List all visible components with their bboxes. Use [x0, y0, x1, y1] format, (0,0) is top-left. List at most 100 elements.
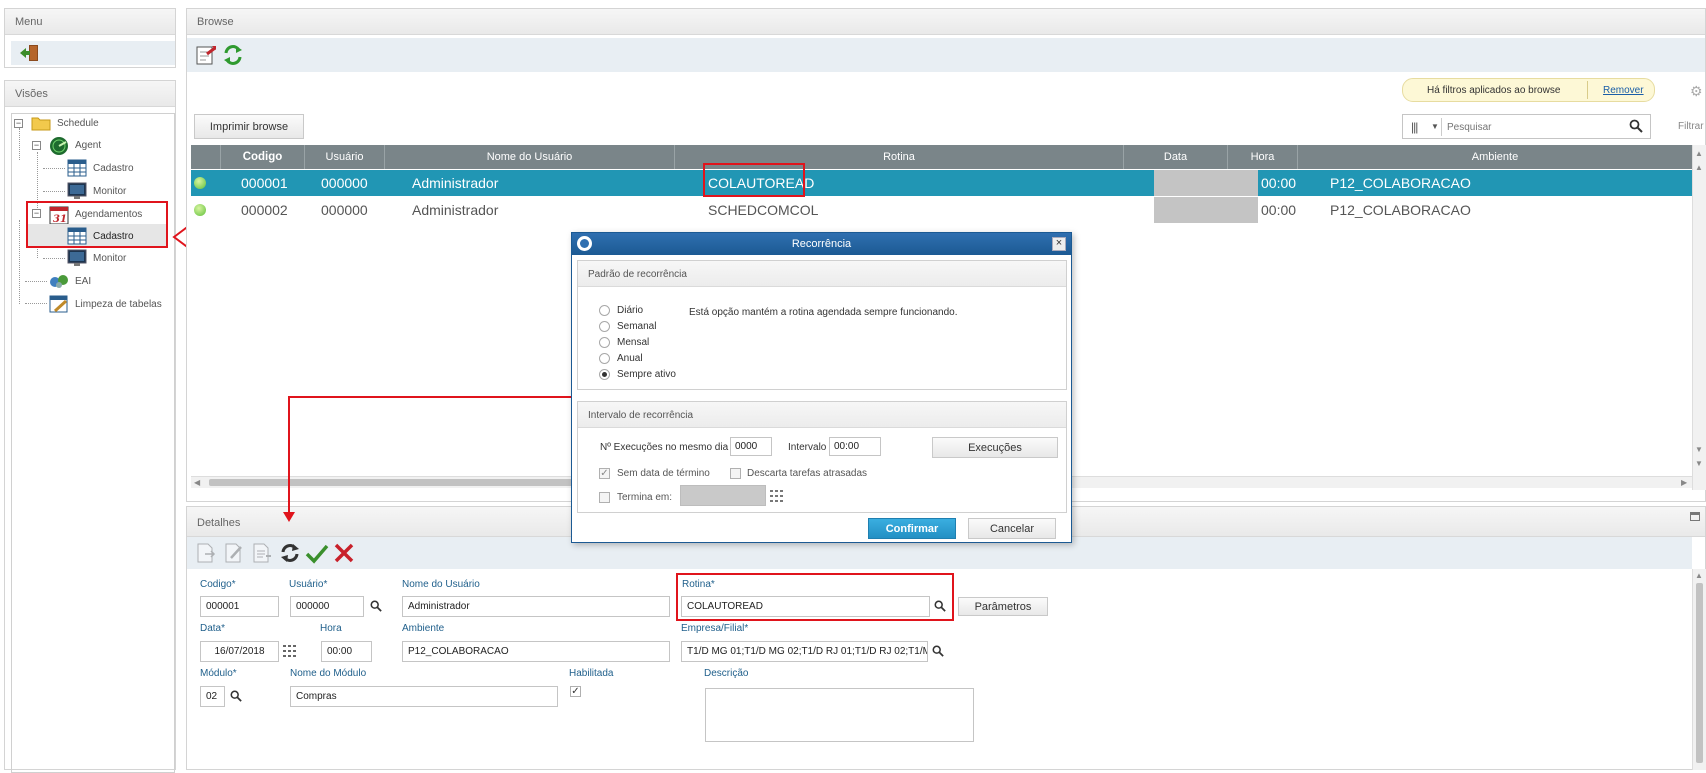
copy-record-icon[interactable] — [251, 542, 273, 564]
print-browse-button[interactable]: Imprimir browse — [194, 114, 304, 139]
empresa-lookup-search-icon[interactable] — [932, 645, 944, 657]
no-end-date-label: Sem data de término — [617, 468, 710, 479]
radio-diario[interactable] — [599, 305, 610, 316]
column-select-icon[interactable]: ||| — [1411, 120, 1418, 134]
table-row[interactable]: 000001 000000 Administrador COLAUTOREAD … — [191, 170, 1692, 196]
grid-header-codigo[interactable]: Codigo — [221, 145, 305, 169]
usuario-label: Usuário* — [289, 579, 328, 590]
search-box: ||| ▼ — [1402, 114, 1651, 139]
browse-toolbar — [187, 38, 1705, 72]
tree-item-limpeza[interactable]: Limpeza de tabelas — [49, 294, 162, 314]
remove-filter-link[interactable]: Remover — [1603, 85, 1644, 96]
refresh-icon[interactable] — [222, 44, 244, 66]
grid-header-data[interactable]: Data — [1124, 145, 1228, 169]
grid-header-ambiente[interactable]: Ambiente — [1298, 145, 1692, 169]
habilitada-label: Habilitada — [569, 668, 614, 679]
tree-item-eai[interactable]: EAI — [49, 271, 91, 291]
tree-item-agent-monitor[interactable]: Monitor — [67, 181, 126, 201]
modulo-lookup-search-icon[interactable] — [230, 690, 242, 702]
menu-panel: Menu — [4, 8, 176, 68]
search-icon[interactable] — [1629, 119, 1643, 133]
confirm-button[interactable]: Confirmar — [868, 518, 956, 539]
cell-nome: Administrador — [412, 202, 499, 218]
filter-notice-divider — [1587, 81, 1588, 99]
execucoes-button[interactable]: Execuções — [932, 437, 1058, 458]
collapse-schedule-toggle[interactable]: − — [14, 119, 23, 128]
ambiente-field[interactable]: P12_COLABORACAO — [402, 641, 670, 662]
grid-header-nome[interactable]: Nome do Usuário — [385, 145, 675, 169]
empresa-filial-field[interactable]: T1/D MG 01;T1/D MG 02;T1/D RJ 01;T1/D RJ… — [681, 641, 928, 662]
calendar-picker-icon[interactable] — [283, 645, 296, 657]
tree-item-agent[interactable]: Agent — [49, 135, 101, 155]
usuario-lookup-search-icon[interactable] — [370, 600, 382, 612]
radio-semanal[interactable] — [599, 321, 610, 332]
radio-sempre-ativo-label: Sempre ativo — [617, 369, 676, 380]
discard-late-label: Descarta tarefas atrasadas — [747, 468, 868, 479]
grid-header: Codigo Usuário Nome do Usuário Rotina Da… — [191, 145, 1692, 169]
export-icon[interactable] — [195, 44, 217, 66]
maximize-icon[interactable] — [1690, 512, 1700, 521]
hora-field[interactable]: 00:00 — [321, 641, 372, 662]
dialog-close-button[interactable]: × — [1052, 237, 1066, 251]
descricao-field[interactable] — [705, 688, 974, 742]
usuario-field[interactable]: 000000 — [290, 596, 364, 617]
discard-late-checkbox[interactable] — [730, 468, 741, 479]
dialog-title: Recorrência — [791, 238, 852, 250]
chevron-down-icon[interactable]: ▼ — [1431, 122, 1439, 131]
parametros-button[interactable]: Parâmetros — [958, 597, 1048, 616]
cancel-x-icon[interactable] — [333, 542, 355, 564]
cancel-button[interactable]: Cancelar — [968, 518, 1056, 539]
exit-icon[interactable] — [19, 44, 41, 62]
radio-mensal[interactable] — [599, 337, 610, 348]
highlight-agendamentos-box — [26, 201, 168, 248]
ends-on-date-field[interactable] — [680, 485, 766, 506]
radio-diario-label: Diário — [617, 305, 644, 316]
connector-line-vertical — [288, 396, 290, 514]
cell-codigo: 000002 — [241, 202, 288, 218]
cell-ambiente: P12_COLABORACAO — [1330, 175, 1471, 191]
modulo-field[interactable]: 02 — [200, 686, 225, 707]
radio-mensal-label: Mensal — [617, 337, 650, 348]
edit-record-icon[interactable] — [223, 542, 245, 564]
radio-anual[interactable] — [599, 353, 610, 364]
recurrence-icon[interactable] — [279, 542, 301, 564]
tree-item-agendamentos-monitor[interactable]: Monitor — [67, 248, 126, 268]
ends-on-calendar-icon[interactable] — [770, 490, 783, 502]
filter-label[interactable]: Filtrar — [1678, 121, 1704, 132]
new-record-icon[interactable] — [195, 542, 217, 564]
nome-modulo-field[interactable]: Compras — [290, 686, 558, 707]
cell-usuario: 000000 — [321, 202, 368, 218]
tree-item-schedule[interactable]: Schedule — [31, 113, 99, 133]
tree-label-agent: Agent — [75, 139, 102, 151]
codigo-field[interactable]: 000001 — [200, 596, 279, 617]
ends-on-checkbox[interactable] — [599, 492, 610, 503]
search-input[interactable] — [1445, 118, 1615, 136]
data-field[interactable]: 16/07/2018 — [200, 641, 279, 662]
radio-semanal-label: Semanal — [617, 321, 657, 332]
interval-field[interactable]: 00:00 — [829, 437, 881, 456]
exec-count-field[interactable]: 0000 — [730, 437, 772, 456]
menu-title: Menu — [5, 9, 175, 35]
habilitada-checkbox[interactable]: ✓ — [570, 686, 581, 697]
grid-header-usuario[interactable]: Usuário — [305, 145, 385, 169]
dialog-titlebar: Recorrência × — [572, 233, 1071, 255]
grid-header-hora[interactable]: Hora — [1228, 145, 1298, 169]
scrollbar-thumb[interactable] — [1696, 583, 1703, 763]
collapse-agent-toggle[interactable]: − — [32, 141, 41, 150]
visoes-title: Visões — [5, 81, 175, 107]
radar-icon — [49, 136, 69, 155]
grid-header-status — [191, 145, 221, 169]
cell-ambiente: P12_COLABORACAO — [1330, 202, 1471, 218]
exec-count-label: Nº Execuções no mesmo dia — [600, 442, 729, 453]
radio-sempre-ativo[interactable] — [599, 369, 610, 380]
settings-gear-icon[interactable]: ⚙ — [1690, 84, 1703, 98]
grid-vertical-scrollbar[interactable]: ▲ ▲ ▼ ▼ — [1692, 145, 1706, 490]
details-vertical-scrollbar[interactable]: ▲ — [1692, 569, 1706, 770]
tree-item-agent-cadastro[interactable]: Cadastro — [67, 158, 134, 178]
cell-codigo: 000001 — [241, 175, 288, 191]
nome-usuario-field[interactable]: Administrador — [402, 596, 670, 617]
confirm-check-icon[interactable] — [305, 542, 329, 564]
no-end-date-checkbox[interactable]: ✓ — [599, 468, 610, 479]
connector-line-horizontal — [288, 396, 572, 398]
table-row[interactable]: 000002 000000 Administrador SCHEDCOMCOL … — [191, 197, 1692, 223]
